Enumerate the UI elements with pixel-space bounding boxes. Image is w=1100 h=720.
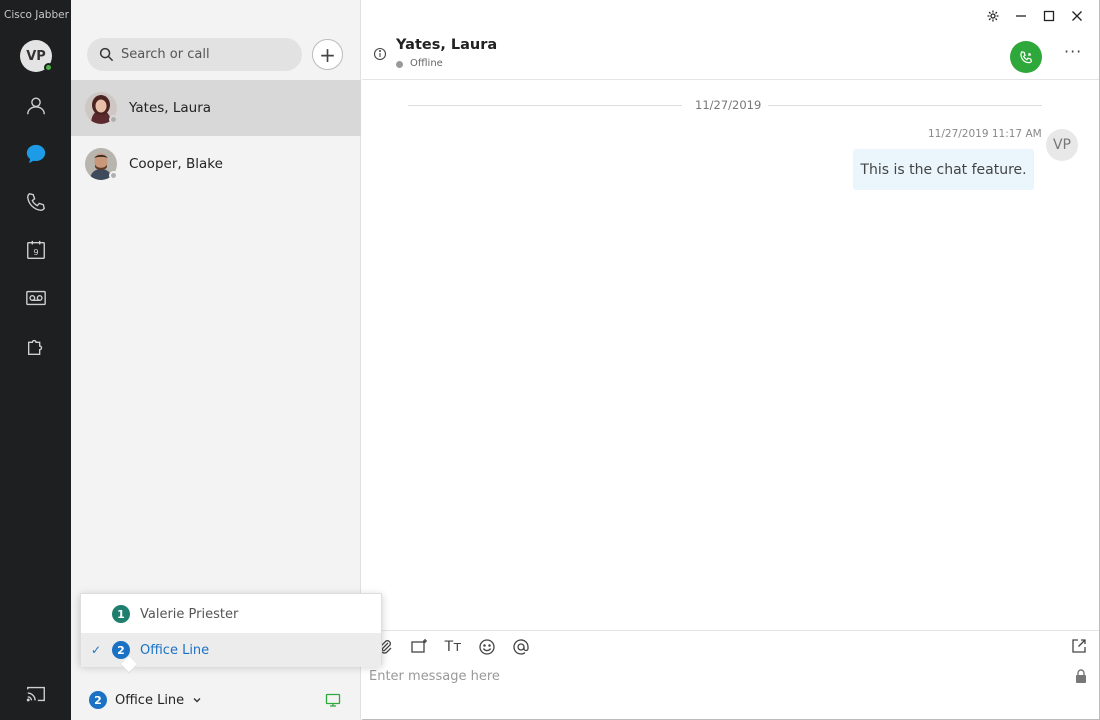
message-bubble[interactable]: This is the chat feature. <box>853 149 1034 190</box>
screen-capture-icon[interactable] <box>408 637 430 657</box>
line-number-badge: 2 <box>89 691 107 709</box>
chat-contact-name: Yates, Laura <box>396 37 498 53</box>
calendar-icon[interactable]: 9 <box>24 238 48 262</box>
status-offline-dot <box>396 61 403 68</box>
add-button[interactable]: + <box>312 39 343 70</box>
contact-row[interactable]: Yates, Laura <box>71 80 361 136</box>
more-options-button[interactable]: ··· <box>1064 42 1082 61</box>
date-separator-label: 11/27/2019 <box>695 98 762 112</box>
presence-offline-indicator <box>109 171 118 180</box>
phone-call-icon <box>1019 50 1032 63</box>
desktop-phone-icon[interactable] <box>325 692 341 708</box>
line-number-badge: 1 <box>112 605 130 623</box>
svg-text:9: 9 <box>33 247 38 257</box>
presence-online-indicator <box>44 63 53 72</box>
presence-offline-indicator <box>109 115 118 124</box>
line-option-label: Office Line <box>140 642 210 658</box>
app-title: Cisco Jabber <box>4 9 69 21</box>
settings-gear-icon[interactable] <box>979 6 1007 26</box>
line-option-valerie-priester[interactable]: 1 Valerie Priester <box>81 597 381 631</box>
nav-rail: Cisco Jabber VP 9 <box>0 0 71 720</box>
contact-row[interactable]: Cooper, Blake <box>71 136 361 192</box>
voicemail-icon[interactable] <box>24 286 48 310</box>
integrations-icon[interactable] <box>24 334 48 358</box>
close-icon[interactable] <box>1063 6 1091 26</box>
date-separator: 11/27/2019 <box>408 98 1042 114</box>
window-controls <box>979 6 1091 26</box>
user-avatar[interactable]: VP <box>20 40 53 72</box>
contacts-icon[interactable] <box>24 94 48 118</box>
minimize-icon[interactable] <box>1007 6 1035 26</box>
line-name: Office Line <box>115 692 185 708</box>
lock-icon <box>1076 669 1086 683</box>
search-icon <box>99 47 114 62</box>
contact-avatar <box>85 148 118 180</box>
line-selector[interactable]: 2 Office Line <box>71 680 361 720</box>
message-sender-avatar: VP <box>1046 129 1078 161</box>
contact-name: Yates, Laura <box>129 100 212 116</box>
chat-icon[interactable] <box>24 142 48 166</box>
popout-icon[interactable] <box>1071 638 1087 654</box>
phone-icon[interactable] <box>24 190 48 214</box>
message-input[interactable] <box>369 665 1059 687</box>
chat-pane: Yates, Laura Offline ··· 11/27/2019 11/2… <box>362 0 1100 720</box>
line-dropdown: 1 Valerie Priester ✓ 2 Office Line <box>80 593 382 674</box>
font-format-icon[interactable]: Tт <box>442 637 464 657</box>
search-placeholder: Search or call <box>121 47 210 62</box>
search-bar[interactable]: Search or call <box>87 38 302 71</box>
call-button[interactable] <box>1010 41 1042 73</box>
message-composer: Tт <box>362 630 1099 720</box>
cast-screen-icon[interactable] <box>24 682 48 706</box>
composer-toolbar: Tт <box>374 637 532 657</box>
info-icon[interactable] <box>373 47 387 61</box>
checkmark-icon: ✓ <box>91 643 102 657</box>
user-initials: VP <box>26 48 46 64</box>
contact-name: Cooper, Blake <box>129 156 223 172</box>
message-timestamp: 11/27/2019 11:17 AM <box>928 128 1042 140</box>
chat-header: Yates, Laura Offline ··· <box>362 30 1099 80</box>
emoji-icon[interactable] <box>476 637 498 657</box>
line-option-label: Valerie Priester <box>140 606 239 622</box>
mention-icon[interactable] <box>510 637 532 657</box>
contact-avatar <box>85 92 118 124</box>
chevron-down-icon <box>193 698 201 703</box>
chat-contact-status: Offline <box>410 58 443 69</box>
maximize-icon[interactable] <box>1035 6 1063 26</box>
